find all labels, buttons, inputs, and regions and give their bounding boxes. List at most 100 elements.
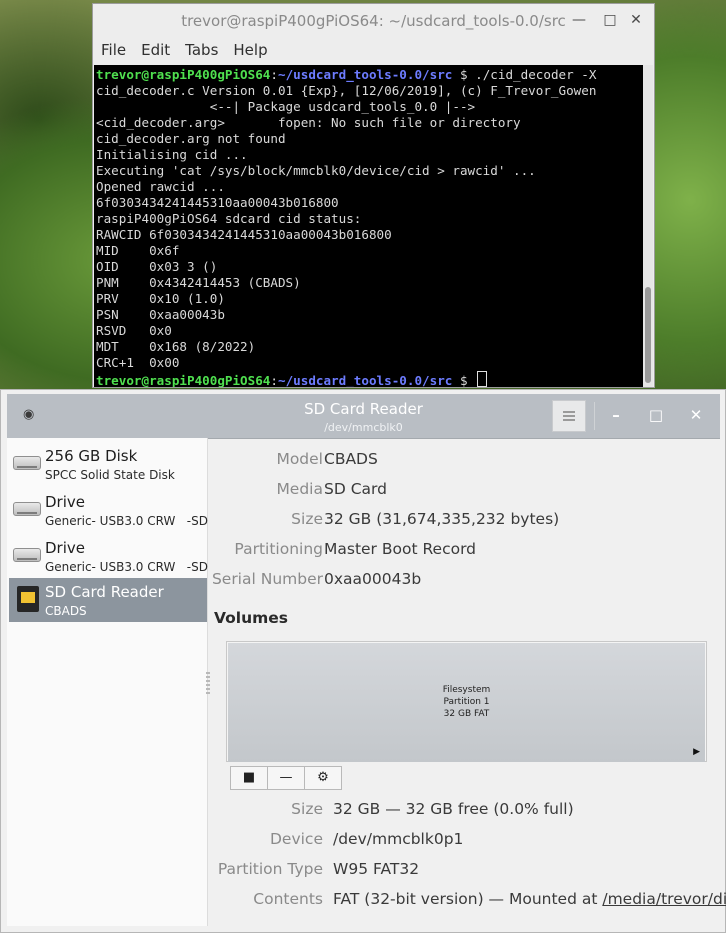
minimize-icon[interactable]: — (569, 10, 589, 30)
close-icon[interactable]: ✕ (626, 10, 646, 30)
prop-size: Size 32 GB (31,674,335,232 bytes) (211, 510, 721, 534)
terminal-titlebar[interactable]: trevor@raspiP400gPiOS64: ~/usdcard_tools… (93, 4, 654, 36)
drive-item-usb-drive-1[interactable]: Drive Generic- USB3.0 CRW -SD (9, 488, 208, 532)
prompt-path: ~/usdcard_tools-0.0/src (277, 373, 453, 387)
prop-label: Model (276, 450, 323, 468)
drive-description: Generic- USB3.0 CRW -SD (45, 560, 208, 574)
terminal-output-area[interactable]: trevor@raspiP400gPiOS64:~/usdcard_tools-… (94, 65, 644, 387)
output-line: 6f0303434241445310aa00043b016800 (96, 195, 339, 210)
header-separator (594, 402, 595, 430)
drive-name: Drive (45, 539, 85, 557)
prop-label: Contents (253, 890, 323, 908)
prop-value: 32 GB — 32 GB free (0.0% full) (333, 800, 574, 818)
output-line: raspiP400gPiOS64 sdcard cid status: (96, 211, 362, 226)
vol-prop-device: Device /dev/mmcblk0p1 (211, 830, 721, 854)
drive-item-256gb-disk[interactable]: 256 GB Disk SPCC Solid State Disk (9, 442, 207, 486)
hamburger-menu-icon[interactable] (552, 400, 586, 432)
prop-label: Serial Number (211, 570, 323, 588)
play-arrow-icon: ▶ (693, 747, 700, 757)
pane-resize-handle[interactable] (206, 672, 210, 696)
output-line: PRV 0x10 (1.0) (96, 291, 225, 306)
partition-block[interactable]: Filesystem Partition 1 32 GB FAT ▶ (228, 643, 705, 762)
prop-value: 0xaa00043b (324, 570, 422, 588)
prop-value: 32 GB (31,674,335,232 bytes) (324, 510, 560, 528)
sd-card-icon (13, 586, 41, 612)
output-line: RAWCID 6f0303434241445310aa00043b016800 (96, 227, 392, 242)
unmount-button[interactable]: ■ (230, 766, 268, 790)
drive-name: SD Card Reader (45, 583, 164, 601)
prop-media: Media SD Card (211, 480, 721, 504)
prompt-path: ~/usdcard_tools-0.0/src (277, 67, 453, 82)
minimize-icon[interactable]: – (605, 404, 627, 426)
prompt-user: trevor@raspiP400gPiOS64 (96, 67, 271, 82)
prop-value: /dev/mmcblk0p1 (333, 830, 464, 848)
prop-label: Device (269, 830, 323, 848)
hard-disk-icon (13, 496, 41, 522)
prompt-suffix: $ (452, 67, 476, 82)
prop-value: FAT (32-bit version) — Mounted at /media… (333, 890, 726, 908)
terminal-scrollbar[interactable] (643, 65, 653, 387)
output-line: MID 0x6f (96, 243, 180, 258)
drive-name: 256 GB Disk (45, 447, 138, 465)
menu-tabs[interactable]: Tabs (185, 41, 218, 59)
partition-fs-label: Filesystem (442, 685, 491, 695)
output-line: Opened rawcid ... (96, 179, 225, 194)
vol-prop-size: Size 32 GB — 32 GB free (0.0% full) (211, 800, 721, 824)
drive-list: 256 GB Disk SPCC Solid State Disk Drive … (7, 438, 208, 926)
prop-label: Size (291, 800, 323, 818)
vol-prop-partition-type: Partition Type W95 FAT32 (211, 860, 721, 884)
mount-point-link[interactable]: /media/trevor/disk (602, 890, 726, 908)
prop-label: Partitioning (234, 540, 323, 558)
prop-model: Model CBADS (211, 450, 721, 474)
prop-serial-number: Serial Number 0xaa00043b (211, 570, 721, 594)
output-line: CRC+1 0x00 (96, 355, 180, 370)
terminal-menubar: File Edit Tabs Help (93, 36, 654, 64)
drive-description: Generic- USB3.0 CRW -SD (45, 514, 208, 528)
maximize-icon[interactable]: □ (600, 10, 620, 30)
disks-headerbar[interactable]: ◉ SD Card Reader /dev/mmcblk0 – □ ✕ (7, 394, 720, 439)
drive-description: CBADS (45, 604, 87, 618)
close-icon[interactable]: ✕ (685, 404, 707, 426)
contents-text: FAT (32-bit version) — Mounted at (333, 890, 603, 908)
output-line: PSN 0xaa00043b (96, 307, 225, 322)
command-text: ./cid_decoder -X (475, 67, 597, 82)
output-line: OID 0x03 3 () (96, 259, 218, 274)
output-line: MDT 0x168 (8/2022) (96, 339, 256, 354)
prop-value: W95 FAT32 (333, 860, 420, 878)
output-line: Executing 'cat /sys/block/mmcblk0/device… (96, 163, 536, 178)
disks-window: ◉ SD Card Reader /dev/mmcblk0 – □ ✕ 256 … (0, 389, 726, 933)
drive-description: SPCC Solid State Disk (45, 468, 175, 482)
output-line: <cid_decoder.arg> fopen: No such file or… (96, 115, 521, 130)
partition-size-label: 32 GB FAT (443, 709, 490, 719)
minus-icon: — (279, 770, 293, 785)
maximize-icon[interactable]: □ (645, 404, 667, 426)
volume-map: Filesystem Partition 1 32 GB FAT ▶ (226, 641, 707, 762)
output-line: Initialising cid ... (96, 147, 248, 162)
prop-label: Media (276, 480, 323, 498)
output-line: cid_decoder.c Version 0.01 {Exp}, [12/06… (96, 83, 597, 98)
drive-item-usb-drive-2[interactable]: Drive Generic- USB3.0 CRW -SD (9, 534, 208, 578)
volume-toolbar: ■ — ⚙ (230, 766, 342, 790)
hard-disk-icon (13, 450, 41, 476)
drive-item-sd-card-reader[interactable]: SD Card Reader CBADS (9, 578, 207, 622)
text-cursor (477, 371, 488, 387)
hard-disk-icon (13, 542, 41, 568)
prop-value: SD Card (324, 480, 387, 498)
partition-number-label: Partition 1 (443, 697, 490, 707)
scrollbar-thumb[interactable] (645, 287, 651, 383)
gears-icon: ⚙ (317, 770, 329, 785)
delete-partition-button[interactable]: — (267, 766, 305, 790)
prop-label: Partition Type (217, 860, 323, 878)
prop-value: CBADS (324, 450, 378, 468)
prompt-suffix: $ (452, 373, 476, 387)
prop-label: Size (291, 510, 323, 528)
prompt-user: trevor@raspiP400gPiOS64 (96, 373, 271, 387)
partition-options-button[interactable]: ⚙ (304, 766, 342, 790)
menu-help[interactable]: Help (233, 41, 267, 59)
vol-prop-contents: Contents FAT (32-bit version) — Mounted … (211, 890, 726, 914)
prop-partitioning: Partitioning Master Boot Record (211, 540, 721, 564)
menu-file[interactable]: File (101, 41, 126, 59)
partition-block-label: Filesystem Partition 1 32 GB FAT (228, 684, 705, 720)
output-line: PNM 0x4342414453 (CBADS) (96, 275, 301, 290)
menu-edit[interactable]: Edit (141, 41, 170, 59)
